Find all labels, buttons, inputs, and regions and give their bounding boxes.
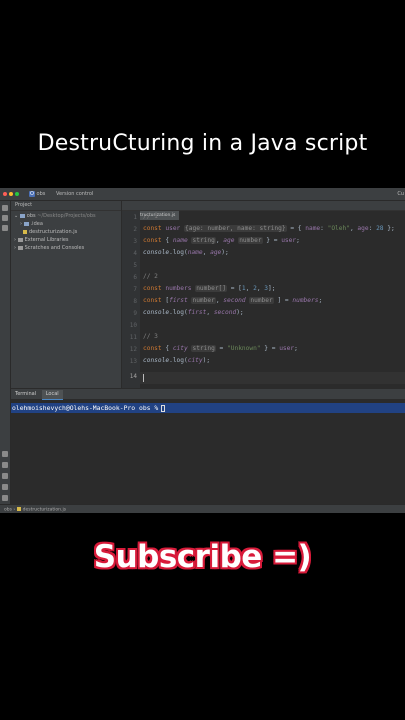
type-hint: string (191, 237, 216, 244)
terminal-prompt-line[interactable]: olehmoishevych@Olehs-MacBook-Pro obs % (11, 403, 405, 413)
line-number: 10 (129, 322, 137, 329)
code-line: console.log(name, age); (143, 249, 229, 256)
project-badge: O (29, 191, 35, 197)
chevron-right-icon: › (14, 245, 16, 251)
terminal-tool-icon[interactable] (2, 473, 8, 479)
chevron-right-icon: › (14, 237, 16, 243)
project-tool-icon[interactable] (2, 205, 8, 211)
tree-item-external-libraries[interactable]: › External Libraries (14, 236, 69, 244)
subscribe-caption: Subscribe =) (93, 539, 312, 575)
type-hint: number (238, 237, 263, 244)
breadcrumb-file: destructurization.js (22, 507, 67, 513)
code-line: console.log(city); (143, 357, 211, 364)
code-editor[interactable]: destructurization.js 1 2 3 4 5 6 7 8 9 1… (122, 201, 405, 388)
project-switcher[interactable]: O obs (29, 191, 45, 197)
version-control-menu[interactable]: Version control (56, 191, 93, 197)
code-line: // 2 (143, 273, 158, 280)
line-number: 13 (129, 358, 137, 365)
close-dot-icon[interactable] (3, 192, 7, 196)
line-number: 8 (133, 298, 137, 305)
line-number: 5 (133, 262, 137, 269)
toolbar-cu-label[interactable]: Cu (397, 191, 404, 197)
line-number: 11 (129, 334, 137, 341)
problems-tool-icon[interactable] (2, 484, 8, 490)
tree-item-label: .idea (30, 221, 43, 227)
ide-toolbar: O obs Version control Cu (0, 188, 405, 201)
debug-tool-icon[interactable] (2, 462, 8, 468)
editor-tab-bar: destructurization.js (122, 201, 405, 220)
tree-item-label: External Libraries (24, 237, 69, 243)
tree-item-label: destructurization.js (29, 229, 78, 235)
minimize-dot-icon[interactable] (9, 192, 13, 196)
type-hint: string (191, 345, 216, 352)
project-name: obs (36, 191, 46, 197)
type-hint: number (249, 297, 274, 304)
folder-icon (19, 213, 25, 218)
tree-item-label: Scratches and Consoles (24, 245, 85, 251)
tree-root-path: ~/Desktop/Projects/obs (37, 213, 96, 219)
chevron-right-icon: › (13, 507, 16, 513)
code-line: const { name string, age number } = user… (143, 237, 300, 244)
project-panel-header[interactable]: Project (11, 201, 121, 211)
chevron-down-icon: ⌄ (14, 213, 19, 219)
line-number: 14 (129, 373, 137, 380)
tree-root-name: obs (26, 213, 36, 219)
chevron-right-icon: › (20, 221, 22, 227)
breadcrumb[interactable]: obs › destructurization.js (4, 507, 66, 513)
code-line: const { city string = "Unknown" } = user… (143, 345, 298, 352)
terminal-cursor (161, 405, 165, 412)
line-number: 2 (133, 226, 137, 233)
terminal-tab-bar: Terminal Local (11, 390, 405, 400)
line-number: 12 (129, 346, 137, 353)
tree-item-scratches[interactable]: › Scratches and Consoles (14, 244, 84, 252)
code-line: // 3 (143, 333, 158, 340)
code-line: console.log(first, second); (143, 309, 244, 316)
commit-tool-icon[interactable] (2, 215, 8, 221)
ide-window: O obs Version control Cu Project ⌄ obs ~… (0, 188, 405, 513)
code-line: // 1 (143, 213, 158, 220)
tree-item-file[interactable]: destructurization.js (23, 228, 77, 236)
library-icon (17, 237, 23, 242)
structure-tool-icon[interactable] (2, 225, 8, 231)
code-line: const user {age: number, name: string} =… (143, 225, 395, 232)
tab-terminal[interactable]: Terminal (11, 390, 40, 399)
type-hint: number[] (195, 285, 227, 292)
tree-item-idea[interactable]: › .idea (20, 220, 43, 228)
left-tool-strip (0, 201, 11, 513)
js-file-icon (16, 507, 21, 511)
line-number: 4 (133, 250, 137, 257)
line-number: 7 (133, 286, 137, 293)
line-number: 3 (133, 238, 137, 245)
status-bar: obs › destructurization.js (0, 504, 405, 513)
breadcrumb-root: obs (4, 507, 12, 513)
type-hint: {age: number, name: string} (184, 225, 287, 232)
tree-root[interactable]: ⌄ obs ~/Desktop/Projects/obs (14, 212, 96, 220)
line-number: 6 (133, 274, 137, 281)
terminal-prompt: olehmoishevych@Olehs-MacBook-Pro obs % (12, 404, 159, 412)
line-number: 1 (133, 214, 137, 221)
type-hint: number (191, 297, 216, 304)
git-tool-icon[interactable] (2, 495, 8, 501)
maximize-dot-icon[interactable] (15, 192, 19, 196)
folder-icon (23, 221, 29, 226)
tab-local[interactable]: Local (41, 390, 63, 400)
line-number: 9 (133, 310, 137, 317)
video-title: DestruCturing in a Java script (37, 131, 368, 156)
terminal-panel[interactable]: Terminal Local olehmoishevych@Olehs-MacB… (11, 389, 405, 505)
project-panel: Project ⌄ obs ~/Desktop/Projects/obs › .… (11, 201, 121, 388)
text-caret (143, 374, 144, 382)
current-line-highlight (140, 372, 405, 384)
scratches-icon (17, 245, 23, 250)
code-line: const numbers number[] = [1, 2, 3]; (143, 285, 276, 292)
run-tool-icon[interactable] (2, 451, 8, 457)
js-file-icon (23, 229, 27, 234)
code-line: const [first number, second number ] = n… (143, 297, 323, 304)
